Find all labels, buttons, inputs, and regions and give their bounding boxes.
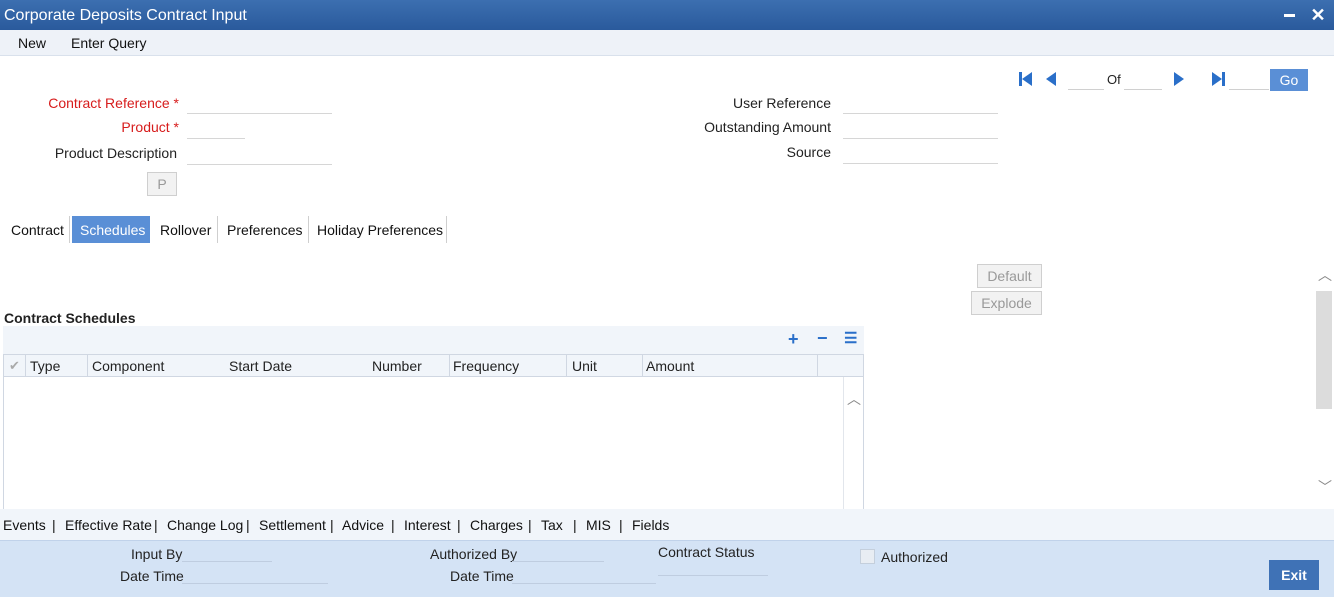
goto-record-input[interactable] xyxy=(1229,70,1269,90)
product-pickup-button[interactable]: P xyxy=(147,172,177,196)
contract-reference-field[interactable] xyxy=(187,94,332,114)
auth-date-time-label: Date Time xyxy=(450,568,514,584)
advice-link[interactable]: Advice xyxy=(342,517,384,533)
audit-footer: Input By Date Time Authorized By Date Ti… xyxy=(0,540,1334,597)
contract-schedules-title: Contract Schedules xyxy=(4,310,136,326)
contract-reference-label-text: Contract Reference xyxy=(48,95,170,111)
input-date-time-field[interactable] xyxy=(182,566,328,584)
add-row-icon[interactable]: + xyxy=(788,329,799,350)
default-button[interactable]: Default xyxy=(977,264,1042,288)
current-record-input[interactable] xyxy=(1068,70,1104,90)
authorized-by-field[interactable] xyxy=(512,544,604,562)
column-header-number[interactable]: Number xyxy=(372,358,422,374)
last-record-icon[interactable] xyxy=(1212,72,1226,86)
grid-scrollbar[interactable]: ︿ xyxy=(843,377,864,509)
effective-rate-link[interactable]: Effective Rate xyxy=(65,517,152,533)
enter-query-menu-item[interactable]: Enter Query xyxy=(71,35,146,51)
select-all-checkbox[interactable]: ✔ xyxy=(4,355,26,376)
authorized-label: Authorized xyxy=(881,549,948,565)
window-title: Corporate Deposits Contract Input xyxy=(4,7,247,24)
source-field[interactable] xyxy=(843,144,998,164)
tab-preferences[interactable]: Preferences xyxy=(219,216,307,243)
menu-bar: New Enter Query xyxy=(0,30,1334,56)
previous-record-icon[interactable] xyxy=(1046,72,1060,86)
product-field[interactable] xyxy=(187,119,245,139)
required-mark: * xyxy=(173,95,179,111)
grid-header: ✔ Type Component Start Date Number Frequ… xyxy=(3,354,864,377)
input-date-time-label: Date Time xyxy=(120,568,184,584)
user-reference-field[interactable] xyxy=(843,94,998,114)
contract-status-field[interactable] xyxy=(658,558,768,576)
auth-date-time-field[interactable] xyxy=(512,566,656,584)
column-header-unit[interactable]: Unit xyxy=(572,358,597,374)
minimize-icon[interactable] xyxy=(1278,4,1300,26)
tab-rollover[interactable]: Rollover xyxy=(152,216,216,243)
required-mark: * xyxy=(173,119,179,135)
first-record-icon[interactable] xyxy=(1019,72,1033,86)
single-view-icon[interactable]: ☰ xyxy=(844,329,857,347)
contract-reference-label: Contract Reference * xyxy=(40,95,179,111)
change-log-link[interactable]: Change Log xyxy=(167,517,243,533)
explode-button[interactable]: Explode xyxy=(971,291,1042,315)
charges-link[interactable]: Charges xyxy=(470,517,523,533)
tab-schedules[interactable]: Schedules xyxy=(72,216,150,243)
mis-link[interactable]: MIS xyxy=(586,517,611,533)
column-header-start-date[interactable]: Start Date xyxy=(229,358,292,374)
bottom-links-bar: Events | Effective Rate | Change Log | S… xyxy=(0,509,1334,540)
exit-button[interactable]: Exit xyxy=(1269,560,1319,590)
product-label-text: Product xyxy=(121,119,170,135)
scroll-down-icon[interactable]: ﹀ xyxy=(1318,477,1332,497)
link-separator: | xyxy=(246,517,250,533)
link-separator: | xyxy=(330,517,334,533)
input-by-label: Input By xyxy=(131,546,183,562)
total-records-input[interactable] xyxy=(1124,70,1162,90)
scrollbar-thumb[interactable] xyxy=(1316,291,1332,409)
link-separator: | xyxy=(528,517,532,533)
new-menu-item[interactable]: New xyxy=(18,35,46,51)
settlement-link[interactable]: Settlement xyxy=(259,517,326,533)
authorized-checkbox[interactable] xyxy=(860,549,875,564)
column-header-component[interactable]: Component xyxy=(92,358,164,374)
source-label: Source xyxy=(786,144,831,160)
outstanding-amount-label: Outstanding Amount xyxy=(704,119,831,135)
column-header-frequency[interactable]: Frequency xyxy=(453,358,519,374)
grid-scroll-up-icon[interactable]: ︿ xyxy=(847,389,861,409)
go-button[interactable]: Go xyxy=(1270,69,1308,91)
tab-holiday-preferences[interactable]: Holiday Preferences xyxy=(310,216,446,243)
title-bar: Corporate Deposits Contract Input ✕ xyxy=(0,0,1334,30)
link-separator: | xyxy=(619,517,623,533)
link-separator: | xyxy=(573,517,577,533)
of-label: Of xyxy=(1107,72,1121,87)
grid-toolbar: + − ☰ xyxy=(3,326,864,354)
column-header-amount[interactable]: Amount xyxy=(646,358,694,374)
link-separator: | xyxy=(391,517,395,533)
column-header-type[interactable]: Type xyxy=(30,358,60,374)
product-label: Product * xyxy=(80,119,179,135)
next-record-icon[interactable] xyxy=(1174,72,1188,86)
close-icon[interactable]: ✕ xyxy=(1307,4,1329,26)
events-link[interactable]: Events xyxy=(3,517,46,533)
link-separator: | xyxy=(52,517,56,533)
product-description-field[interactable] xyxy=(187,145,332,165)
delete-row-icon[interactable]: − xyxy=(817,328,828,349)
product-description-label: Product Description xyxy=(54,145,177,161)
outstanding-amount-field[interactable] xyxy=(843,119,998,139)
link-separator: | xyxy=(457,517,461,533)
input-by-field[interactable] xyxy=(182,544,272,562)
scroll-up-icon[interactable]: ︿ xyxy=(1318,265,1332,285)
tab-contract[interactable]: Contract xyxy=(4,216,68,243)
page-scrollbar[interactable]: ︿ ﹀ xyxy=(1314,255,1334,508)
link-separator: | xyxy=(154,517,158,533)
interest-link[interactable]: Interest xyxy=(404,517,451,533)
grid-body xyxy=(3,377,864,509)
tax-link[interactable]: Tax xyxy=(541,517,563,533)
user-reference-label: User Reference xyxy=(732,95,831,111)
authorized-by-label: Authorized By xyxy=(430,546,518,562)
fields-link[interactable]: Fields xyxy=(632,517,669,533)
